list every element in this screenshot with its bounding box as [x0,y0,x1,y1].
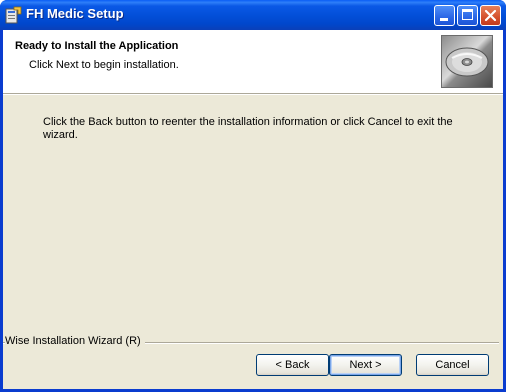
dialog-client-area: Ready to Install the Application Click N… [3,30,503,389]
title-bar[interactable]: FH Medic Setup [0,0,506,30]
close-icon [484,9,497,22]
minimize-icon [440,18,448,21]
page-subtitle: Click Next to begin installation. [29,59,179,71]
wizard-header: Ready to Install the Application Click N… [3,30,503,93]
next-button[interactable]: Next > [329,354,402,376]
cd-disc-icon [441,35,493,88]
header-divider [3,93,503,95]
cancel-button[interactable]: Cancel [416,354,489,376]
minimize-button[interactable] [434,5,455,26]
back-button[interactable]: < Back [256,354,329,376]
instructions-text: Click the Back button to reenter the ins… [43,116,453,141]
setup-window: FH Medic Setup Ready to Install the Appl… [0,0,506,392]
installer-icon [5,6,22,24]
maximize-button[interactable] [457,5,478,26]
page-title: Ready to Install the Application [15,40,179,52]
maximize-icon [462,9,473,20]
window-title: FH Medic Setup [26,6,124,21]
wizard-brand-label: Wise Installation Wizard (R) [5,335,145,347]
close-button[interactable] [480,5,501,26]
